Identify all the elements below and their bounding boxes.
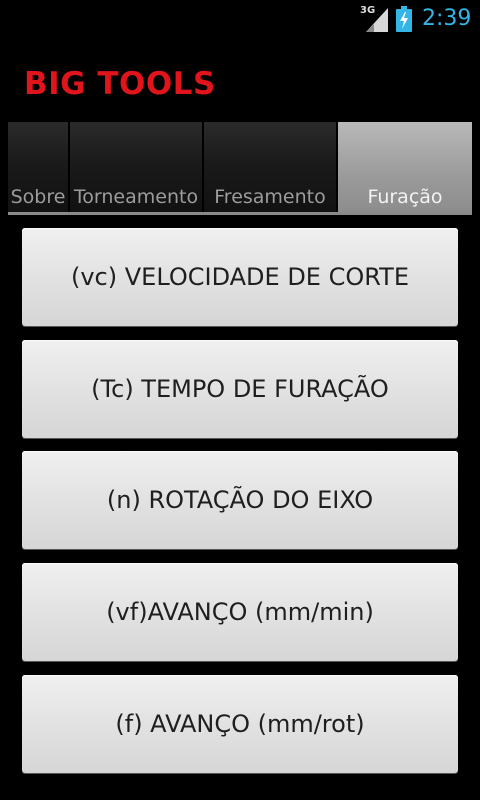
tab-furacao[interactable]: Furação xyxy=(338,122,472,214)
signal-icon: 3G xyxy=(360,6,390,32)
tab-label: Sobre xyxy=(10,186,66,208)
tab-torneamento[interactable]: Torneamento xyxy=(70,122,204,214)
battery-charging-icon xyxy=(396,6,412,32)
status-clock: 2:39 xyxy=(422,6,472,31)
app-title: BIG TOOLS xyxy=(24,66,216,102)
tab-label: Torneamento xyxy=(73,186,199,208)
tab-indicator xyxy=(8,212,472,215)
tempo-de-furacao-button[interactable]: (Tc) TEMPO DE FURAÇÃO xyxy=(22,340,458,438)
velocidade-de-corte-button[interactable]: (vc) VELOCIDADE DE CORTE xyxy=(22,228,458,326)
tab-bar: Sobre Torneamento Fresamento Furação xyxy=(8,122,472,214)
status-bar: 3G 2:39 xyxy=(0,0,480,38)
tab-sobre[interactable]: Sobre xyxy=(8,122,70,214)
avanco-mm-min-button[interactable]: (vf)AVANÇO (mm/min) xyxy=(22,563,458,661)
screen: 3G 2:39 BIG TOOLS Sobre Torneamento Fres… xyxy=(0,0,480,800)
tab-fresamento[interactable]: Fresamento xyxy=(204,122,338,214)
avanco-mm-rot-button[interactable]: (f) AVANÇO (mm/rot) xyxy=(22,675,458,773)
network-type-label: 3G xyxy=(360,5,376,16)
tab-label: Fresamento xyxy=(214,186,326,208)
rotacao-do-eixo-button[interactable]: (n) ROTAÇÃO DO EIXO xyxy=(22,451,458,549)
tab-label: Furação xyxy=(367,186,443,208)
